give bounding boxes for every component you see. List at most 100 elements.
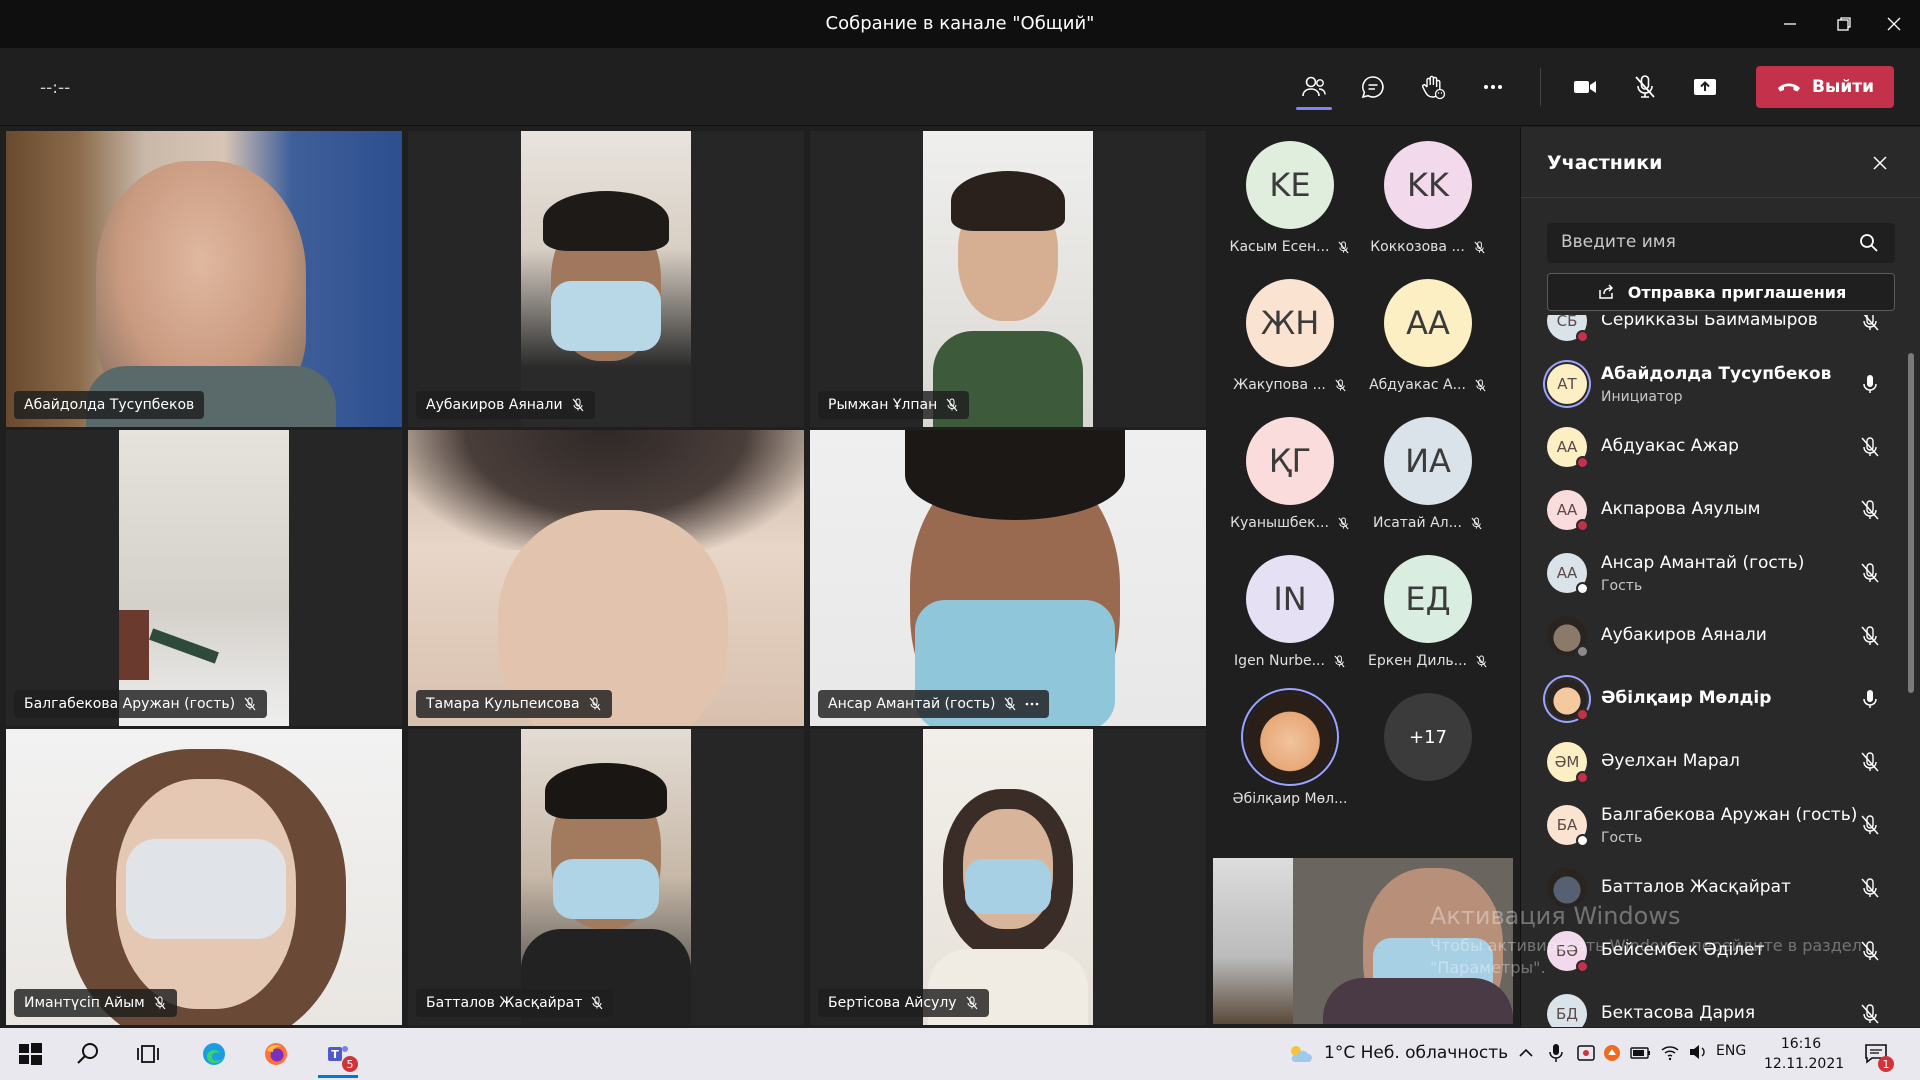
roster-participant[interactable]: АА Абдуакас А... bbox=[1359, 265, 1497, 401]
volume-icon[interactable] bbox=[1688, 1043, 1708, 1061]
meeting-timer: --:-- bbox=[40, 78, 71, 98]
task-view-button[interactable] bbox=[124, 1034, 172, 1074]
more-participants-button[interactable]: +17 bbox=[1384, 693, 1472, 781]
roster-participant[interactable]: KE Касым Есен... bbox=[1221, 127, 1359, 263]
avatar: KE bbox=[1246, 141, 1334, 229]
participant-name: Бектасова Дария bbox=[1601, 1003, 1756, 1023]
teams-button[interactable]: T 5 bbox=[314, 1034, 362, 1078]
avatar-initials: БА bbox=[1556, 816, 1578, 834]
edge-button[interactable] bbox=[190, 1034, 238, 1074]
reactions-button[interactable] bbox=[1410, 65, 1456, 109]
video-tile[interactable]: Тамара Кульпеисова bbox=[408, 430, 804, 726]
presence-status-dot bbox=[1576, 771, 1589, 784]
participant-row[interactable]: АА Ансар Амантай (гость) Гость bbox=[1521, 542, 1901, 604]
roster-label: Куанышбек... bbox=[1221, 515, 1359, 531]
activation-watermark-text: Чтобы активировать Windows, перейдите в … bbox=[1430, 935, 1862, 979]
avatar: ӘМ bbox=[1547, 742, 1589, 784]
avatar-initials: ЖН bbox=[1260, 304, 1320, 342]
firefox-button[interactable] bbox=[252, 1034, 300, 1074]
video-tile[interactable]: Батталов Жасқайрат bbox=[408, 729, 804, 1025]
microphone-icon[interactable] bbox=[1548, 1042, 1564, 1064]
minimize-icon bbox=[1784, 23, 1796, 25]
clock-time: 16:16 bbox=[1780, 1036, 1822, 1052]
search-icon[interactable] bbox=[1857, 231, 1881, 255]
search-icon bbox=[77, 1043, 98, 1064]
video-tile[interactable]: Бертісова Айсулу bbox=[810, 729, 1206, 1025]
clock[interactable]: 16:16 12.11.2021 bbox=[1764, 1034, 1844, 1074]
close-window-button[interactable] bbox=[1874, 8, 1914, 40]
chat-button[interactable] bbox=[1350, 65, 1396, 109]
search-input[interactable] bbox=[1547, 223, 1895, 263]
mic-button[interactable] bbox=[1622, 65, 1668, 109]
toolbar-separator bbox=[1540, 68, 1541, 106]
avatar-initials: KK bbox=[1407, 166, 1449, 204]
tray-app-icon[interactable] bbox=[1576, 1043, 1596, 1063]
mic-off-icon bbox=[591, 996, 603, 1010]
roster-participant[interactable]: ЖН Жакупова ... bbox=[1221, 265, 1359, 401]
restore-button[interactable] bbox=[1824, 8, 1864, 40]
participant-row[interactable]: ӘМ Әуелхан Марал bbox=[1521, 731, 1901, 793]
avatar: АТ bbox=[1547, 364, 1587, 404]
roster-participant[interactable]: IN Igen Nurbe... bbox=[1221, 541, 1359, 677]
start-button[interactable] bbox=[6, 1034, 54, 1074]
share-button[interactable] bbox=[1682, 65, 1728, 109]
video-feed bbox=[923, 131, 1093, 427]
weather-widget[interactable]: 1°C Неб. облачность bbox=[1286, 1042, 1508, 1064]
mic-icon bbox=[1863, 375, 1877, 393]
roster-participant[interactable]: Әбілқаир Мөл... bbox=[1221, 679, 1359, 815]
minimize-button[interactable] bbox=[1770, 8, 1810, 40]
avatar: АА bbox=[1547, 553, 1589, 595]
video-tile[interactable]: Балгабекова Аружан (гость) bbox=[6, 430, 402, 726]
mic-off-icon bbox=[1863, 315, 1879, 331]
tray-chevron-up-icon[interactable] bbox=[1518, 1046, 1534, 1060]
more-icon[interactable] bbox=[1025, 697, 1039, 711]
video-tile[interactable]: Аубакиров Аянали bbox=[408, 131, 804, 427]
mic-off-icon bbox=[1335, 378, 1346, 391]
teams-meeting-window: Собрание в канале "Общий" --:-- Выйти Аб… bbox=[0, 0, 1920, 1080]
antivirus-icon[interactable] bbox=[1602, 1043, 1622, 1063]
roster-name: Еркен Диль... bbox=[1368, 653, 1467, 669]
participant-row[interactable]: Аубакиров Аянали bbox=[1521, 605, 1901, 667]
wifi-icon[interactable] bbox=[1660, 1043, 1680, 1061]
search-taskbar-button[interactable] bbox=[64, 1034, 112, 1074]
weather-text: 1°C Неб. облачность bbox=[1324, 1043, 1509, 1063]
roster-participant[interactable]: ҚГ Куанышбек... bbox=[1221, 403, 1359, 539]
participant-row[interactable]: АА Абдуакас Ажар bbox=[1521, 416, 1901, 478]
panel-title: Участники bbox=[1547, 152, 1663, 174]
roster-participant[interactable]: ИА Исатай Ал... bbox=[1359, 403, 1497, 539]
avatar-initials: IN bbox=[1273, 580, 1307, 618]
more-actions-button[interactable] bbox=[1470, 65, 1516, 109]
language-indicator[interactable]: ENG bbox=[1716, 1043, 1746, 1059]
participant-row[interactable]: АА Акпарова Аяулым bbox=[1521, 479, 1901, 541]
avatar-initials: +17 bbox=[1409, 726, 1447, 748]
participant-row[interactable]: БА Балгабекова Аружан (гость) Гость bbox=[1521, 794, 1901, 856]
participant-row[interactable]: БД Бектасова Дария bbox=[1521, 983, 1901, 1027]
video-tile[interactable]: Рымжан Ұлпан bbox=[810, 131, 1206, 427]
video-tile-speaker[interactable]: Абайдолда Тусупбеков bbox=[6, 131, 402, 427]
close-panel-button[interactable] bbox=[1866, 149, 1894, 177]
roster-participant[interactable]: +17 bbox=[1359, 679, 1497, 815]
participant-row[interactable]: АТ Абайдолда Тусупбеков Инициатор bbox=[1521, 353, 1901, 415]
participant-row[interactable]: Әбілқаир Мөлдір bbox=[1521, 668, 1901, 730]
mic-off-icon bbox=[1861, 563, 1879, 583]
mic-off-icon bbox=[1861, 437, 1879, 457]
notification-badge: 1 bbox=[1878, 1056, 1894, 1072]
roster-participant[interactable]: ЕД Еркен Диль... bbox=[1359, 541, 1497, 677]
video-tile[interactable]: Ансар Амантай (гость) bbox=[810, 430, 1206, 726]
panel-scrollbar[interactable] bbox=[1908, 353, 1914, 693]
video-tile[interactable]: Имантүсіп Айым bbox=[6, 729, 402, 1025]
roster-participant[interactable]: KK Коккозова ... bbox=[1359, 127, 1497, 263]
battery-icon[interactable] bbox=[1630, 1045, 1652, 1061]
camera-button[interactable] bbox=[1562, 65, 1608, 109]
avatar-initials: ЕД bbox=[1405, 580, 1451, 618]
send-invite-button[interactable]: Отправка приглашения bbox=[1547, 273, 1895, 311]
mic-off-icon bbox=[1334, 654, 1345, 667]
video-feed bbox=[6, 729, 402, 1025]
notifications-button[interactable]: 1 bbox=[1864, 1042, 1894, 1072]
tile-nametag: Ансар Амантай (гость) bbox=[818, 690, 1050, 718]
roster-label: Igen Nurbe... bbox=[1221, 653, 1359, 669]
leave-button[interactable]: Выйти bbox=[1756, 66, 1894, 108]
participant-row[interactable]: СБ Серикказы Баймамыров bbox=[1521, 315, 1901, 352]
avatar-initials: KE bbox=[1269, 166, 1311, 204]
participants-button[interactable] bbox=[1291, 65, 1337, 110]
